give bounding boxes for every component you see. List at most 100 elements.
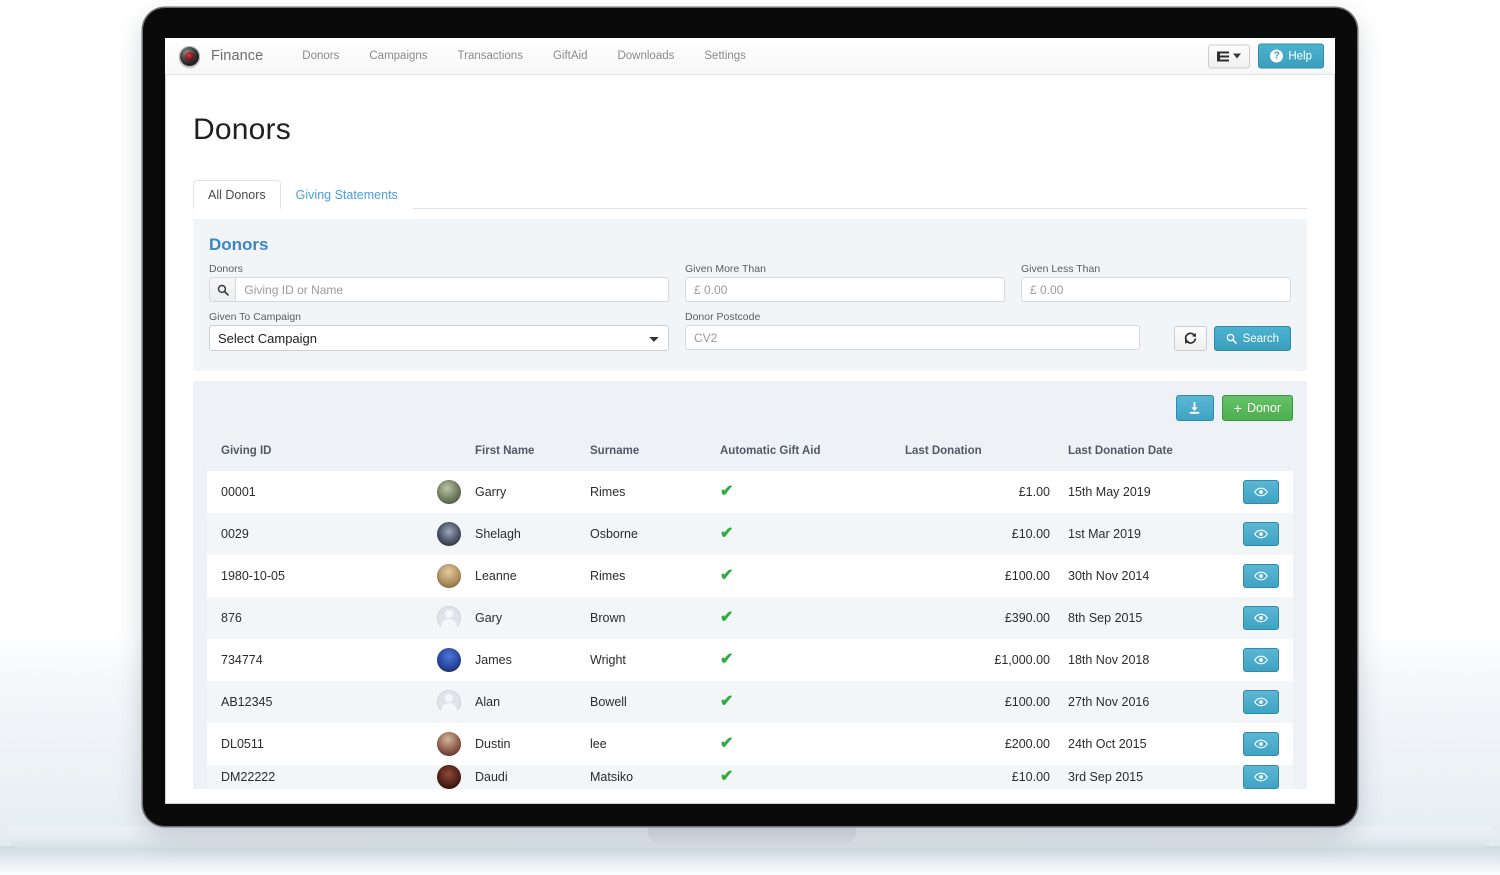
given-less-than-field-wrap: Given Less Than [1021, 263, 1291, 302]
cell-giving-id: 876 [221, 611, 242, 625]
search-button-label: Search [1242, 332, 1279, 345]
table-row[interactable]: 0029 Shelagh Osborne ✔ £10.00 1st Mar 2019 [207, 513, 1293, 555]
table-row[interactable]: DM22222 Daudi Matsiko ✔ £10.00 3rd Sep 2015 [207, 765, 1293, 789]
laptop-frame: Finance Donors Campaigns Transactions Gi… [143, 8, 1357, 826]
cell-first-name: Leanne [475, 569, 517, 583]
avatar [437, 522, 461, 546]
view-donor-button[interactable] [1243, 564, 1279, 588]
page-title: Donors [193, 113, 291, 146]
cell-last-donation-date: 15th May 2019 [1068, 485, 1151, 499]
view-donor-button[interactable] [1243, 606, 1279, 630]
cell-gift-aid: ✔ [720, 765, 905, 789]
nav-link-donors[interactable]: Donors [287, 50, 354, 62]
nav-link-campaigns[interactable]: Campaigns [354, 50, 442, 62]
cell-last-donation-date: 27th Nov 2016 [1068, 695, 1150, 709]
cell-last-donation: £200.00 [1004, 737, 1050, 751]
refresh-button[interactable] [1173, 326, 1207, 351]
campaign-select[interactable]: Select Campaign [209, 325, 669, 351]
cell-giving-id: 0029 [221, 527, 249, 541]
table-row[interactable]: 00001 Garry Rimes ✔ £1.00 15th May 2019 [207, 471, 1293, 513]
th-automatic-gift-aid[interactable]: Automatic Gift Aid [720, 435, 905, 471]
search-input[interactable] [235, 277, 669, 302]
help-button[interactable]: ? Help [1258, 43, 1324, 69]
filter-action-buttons: Search [1021, 311, 1291, 351]
th-actions [1235, 435, 1293, 471]
table-row[interactable]: AB12345 Alan Bowell ✔ £100.00 27th Nov 2016 [207, 681, 1293, 723]
eye-icon [1254, 571, 1268, 581]
nav-links: Donors Campaigns Transactions GiftAid Do… [287, 50, 761, 62]
cell-surname: lee [590, 737, 607, 751]
given-less-than-input[interactable] [1021, 277, 1291, 302]
view-mode-dropdown-button[interactable] [1208, 44, 1251, 68]
view-donor-button[interactable] [1243, 480, 1279, 504]
given-more-than-field-wrap: Given More Than [685, 263, 1005, 302]
donors-field-label: Donors [209, 263, 243, 275]
th-last-donation[interactable]: Last Donation [905, 435, 1050, 471]
cell-actions [1235, 555, 1293, 597]
eye-icon [1254, 613, 1268, 623]
view-donor-button[interactable] [1243, 522, 1279, 546]
avatar [437, 564, 461, 588]
green-check-icon: ✔ [720, 735, 734, 752]
cell-gift-aid: ✔ [720, 513, 905, 555]
donors-field-wrap: Donors [209, 263, 669, 302]
eye-icon [1254, 529, 1268, 539]
green-check-icon: ✔ [720, 768, 734, 785]
eye-icon [1254, 772, 1268, 782]
cell-actions [1235, 639, 1293, 681]
eye-icon [1254, 697, 1268, 707]
search-submit-button[interactable]: Search [1213, 326, 1291, 351]
nav-link-downloads[interactable]: Downloads [602, 50, 689, 62]
donor-postcode-field-wrap: Donor Postcode [685, 311, 1140, 351]
add-donor-button[interactable]: + Donor [1221, 395, 1293, 421]
th-first-name[interactable]: First Name [475, 435, 590, 471]
add-donor-label: Donor [1246, 401, 1281, 415]
cell-first-name: Gary [475, 611, 503, 625]
table-row[interactable]: 1980-10-05 Leanne Rimes ✔ £100.00 30th Nov 20… [207, 555, 1293, 597]
donor-table-panel: + Donor Giving ID First Name Surname Aut… [193, 381, 1307, 789]
table-row[interactable]: 734774 James Wright ✔ £1,000.00 18th Nov 2018 [207, 639, 1293, 681]
cell-surname: Brown [590, 611, 626, 625]
th-giving-id[interactable]: Giving ID [207, 435, 437, 471]
laptop-screen: Finance Donors Campaigns Transactions Gi… [165, 38, 1335, 804]
table-row[interactable]: 876 Gary Brown ✔ £390.00 8th Sep 2015 [207, 597, 1293, 639]
cell-first-name: Alan [475, 695, 501, 709]
avatar [437, 606, 461, 630]
nav-link-transactions[interactable]: Transactions [443, 50, 538, 62]
compass-logo-icon [179, 45, 200, 67]
tab-giving-statements[interactable]: Giving Statements [280, 180, 413, 209]
view-donor-button[interactable] [1243, 732, 1279, 756]
nav-link-giftaid[interactable]: GiftAid [538, 50, 603, 62]
cell-gift-aid: ✔ [720, 639, 905, 681]
avatar [437, 480, 461, 504]
cell-last-donation-date: 18th Nov 2018 [1068, 653, 1150, 667]
th-last-donation-date[interactable]: Last Donation Date [1050, 435, 1235, 471]
table-row[interactable]: DL0511 Dustin lee ✔ £200.00 24th Oct 2015 [207, 723, 1293, 765]
cell-avatar [437, 471, 475, 513]
cell-avatar [437, 597, 475, 639]
cell-actions [1235, 723, 1293, 765]
cell-surname: Rimes [590, 569, 626, 583]
donors-input-group [209, 277, 669, 302]
cell-last-donation: £1.00 [1018, 485, 1050, 499]
view-donor-button[interactable] [1243, 690, 1279, 714]
brand-name: Finance [211, 48, 264, 64]
given-more-than-input[interactable] [685, 277, 1005, 302]
tab-bar: All Donors Giving Statements [193, 180, 1307, 209]
refresh-icon [1184, 332, 1196, 345]
th-surname[interactable]: Surname [590, 435, 720, 471]
view-donor-button[interactable] [1243, 765, 1279, 789]
tab-all-donors[interactable]: All Donors [193, 180, 281, 209]
cell-last-donation: £10.00 [1011, 770, 1050, 784]
avatar [437, 648, 461, 672]
search-icon-svg [217, 284, 229, 296]
view-donor-button[interactable] [1243, 648, 1279, 672]
nav-link-settings[interactable]: Settings [689, 50, 761, 62]
cell-surname: Bowell [590, 695, 627, 709]
avatar [437, 732, 461, 756]
donor-postcode-label: Donor Postcode [685, 311, 761, 323]
download-button[interactable] [1175, 395, 1214, 421]
plus-icon: + [1233, 400, 1242, 416]
cell-giving-id: 1980-10-05 [221, 569, 285, 583]
cell-gift-aid: ✔ [720, 597, 905, 639]
